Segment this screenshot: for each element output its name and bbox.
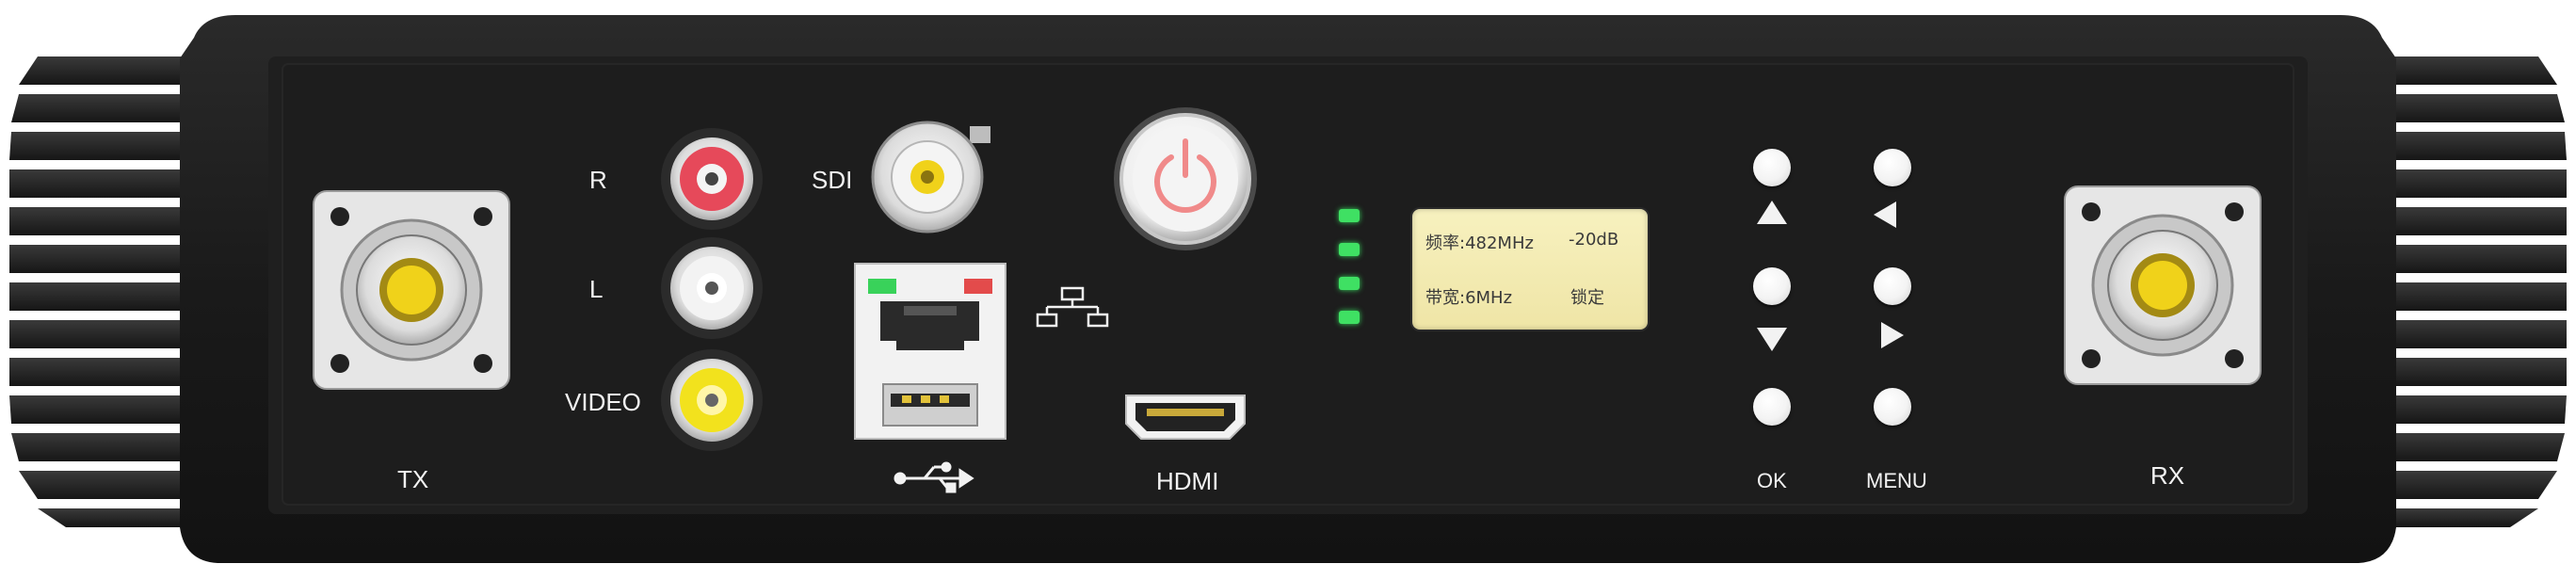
lcd-lock-status: 锁定 — [1570, 288, 1604, 308]
tx-antenna-connector[interactable] — [313, 190, 510, 390]
left-button[interactable] — [1874, 149, 1911, 186]
audio-left-label: L — [589, 275, 604, 303]
device-front-panel — [9, 15, 2567, 563]
ok-label: OK — [1757, 469, 1787, 492]
status-led-3 — [1339, 277, 1360, 290]
tx-label: TX — [397, 465, 429, 493]
menu-label: MENU — [1866, 469, 1927, 492]
menu-button[interactable] — [1874, 388, 1911, 426]
rca-jack-left-white[interactable] — [661, 237, 763, 339]
video-label: VIDEO — [565, 388, 641, 416]
status-led-1 — [1339, 209, 1360, 222]
rx-label: RX — [2150, 461, 2185, 490]
lcd-bandwidth: 带宽:6MHz — [1425, 288, 1513, 308]
rca-jack-video-yellow[interactable] — [661, 349, 763, 451]
lcd-frequency: 频率:482MHz — [1425, 234, 1534, 253]
hdmi-port[interactable] — [1125, 395, 1246, 440]
ethernet-usb-port-block[interactable] — [854, 263, 1006, 440]
down-button[interactable] — [1753, 267, 1791, 305]
hdmi-label: HDMI — [1156, 467, 1219, 495]
lcd-display: 频率:482MHz -20dB 带宽:6MHz 锁定 — [1412, 209, 1648, 330]
up-button[interactable] — [1753, 149, 1791, 186]
ok-button[interactable] — [1753, 388, 1791, 426]
sdi-label: SDI — [812, 166, 853, 194]
rca-jack-right-red[interactable] — [661, 128, 763, 230]
status-led-2 — [1339, 243, 1360, 256]
lcd-level: -20dB — [1569, 230, 1619, 250]
right-button[interactable] — [1874, 267, 1911, 305]
audio-right-label: R — [589, 166, 607, 194]
power-button[interactable] — [1114, 107, 1257, 250]
status-led-4 — [1339, 311, 1360, 324]
rx-antenna-connector[interactable] — [2064, 185, 2262, 385]
